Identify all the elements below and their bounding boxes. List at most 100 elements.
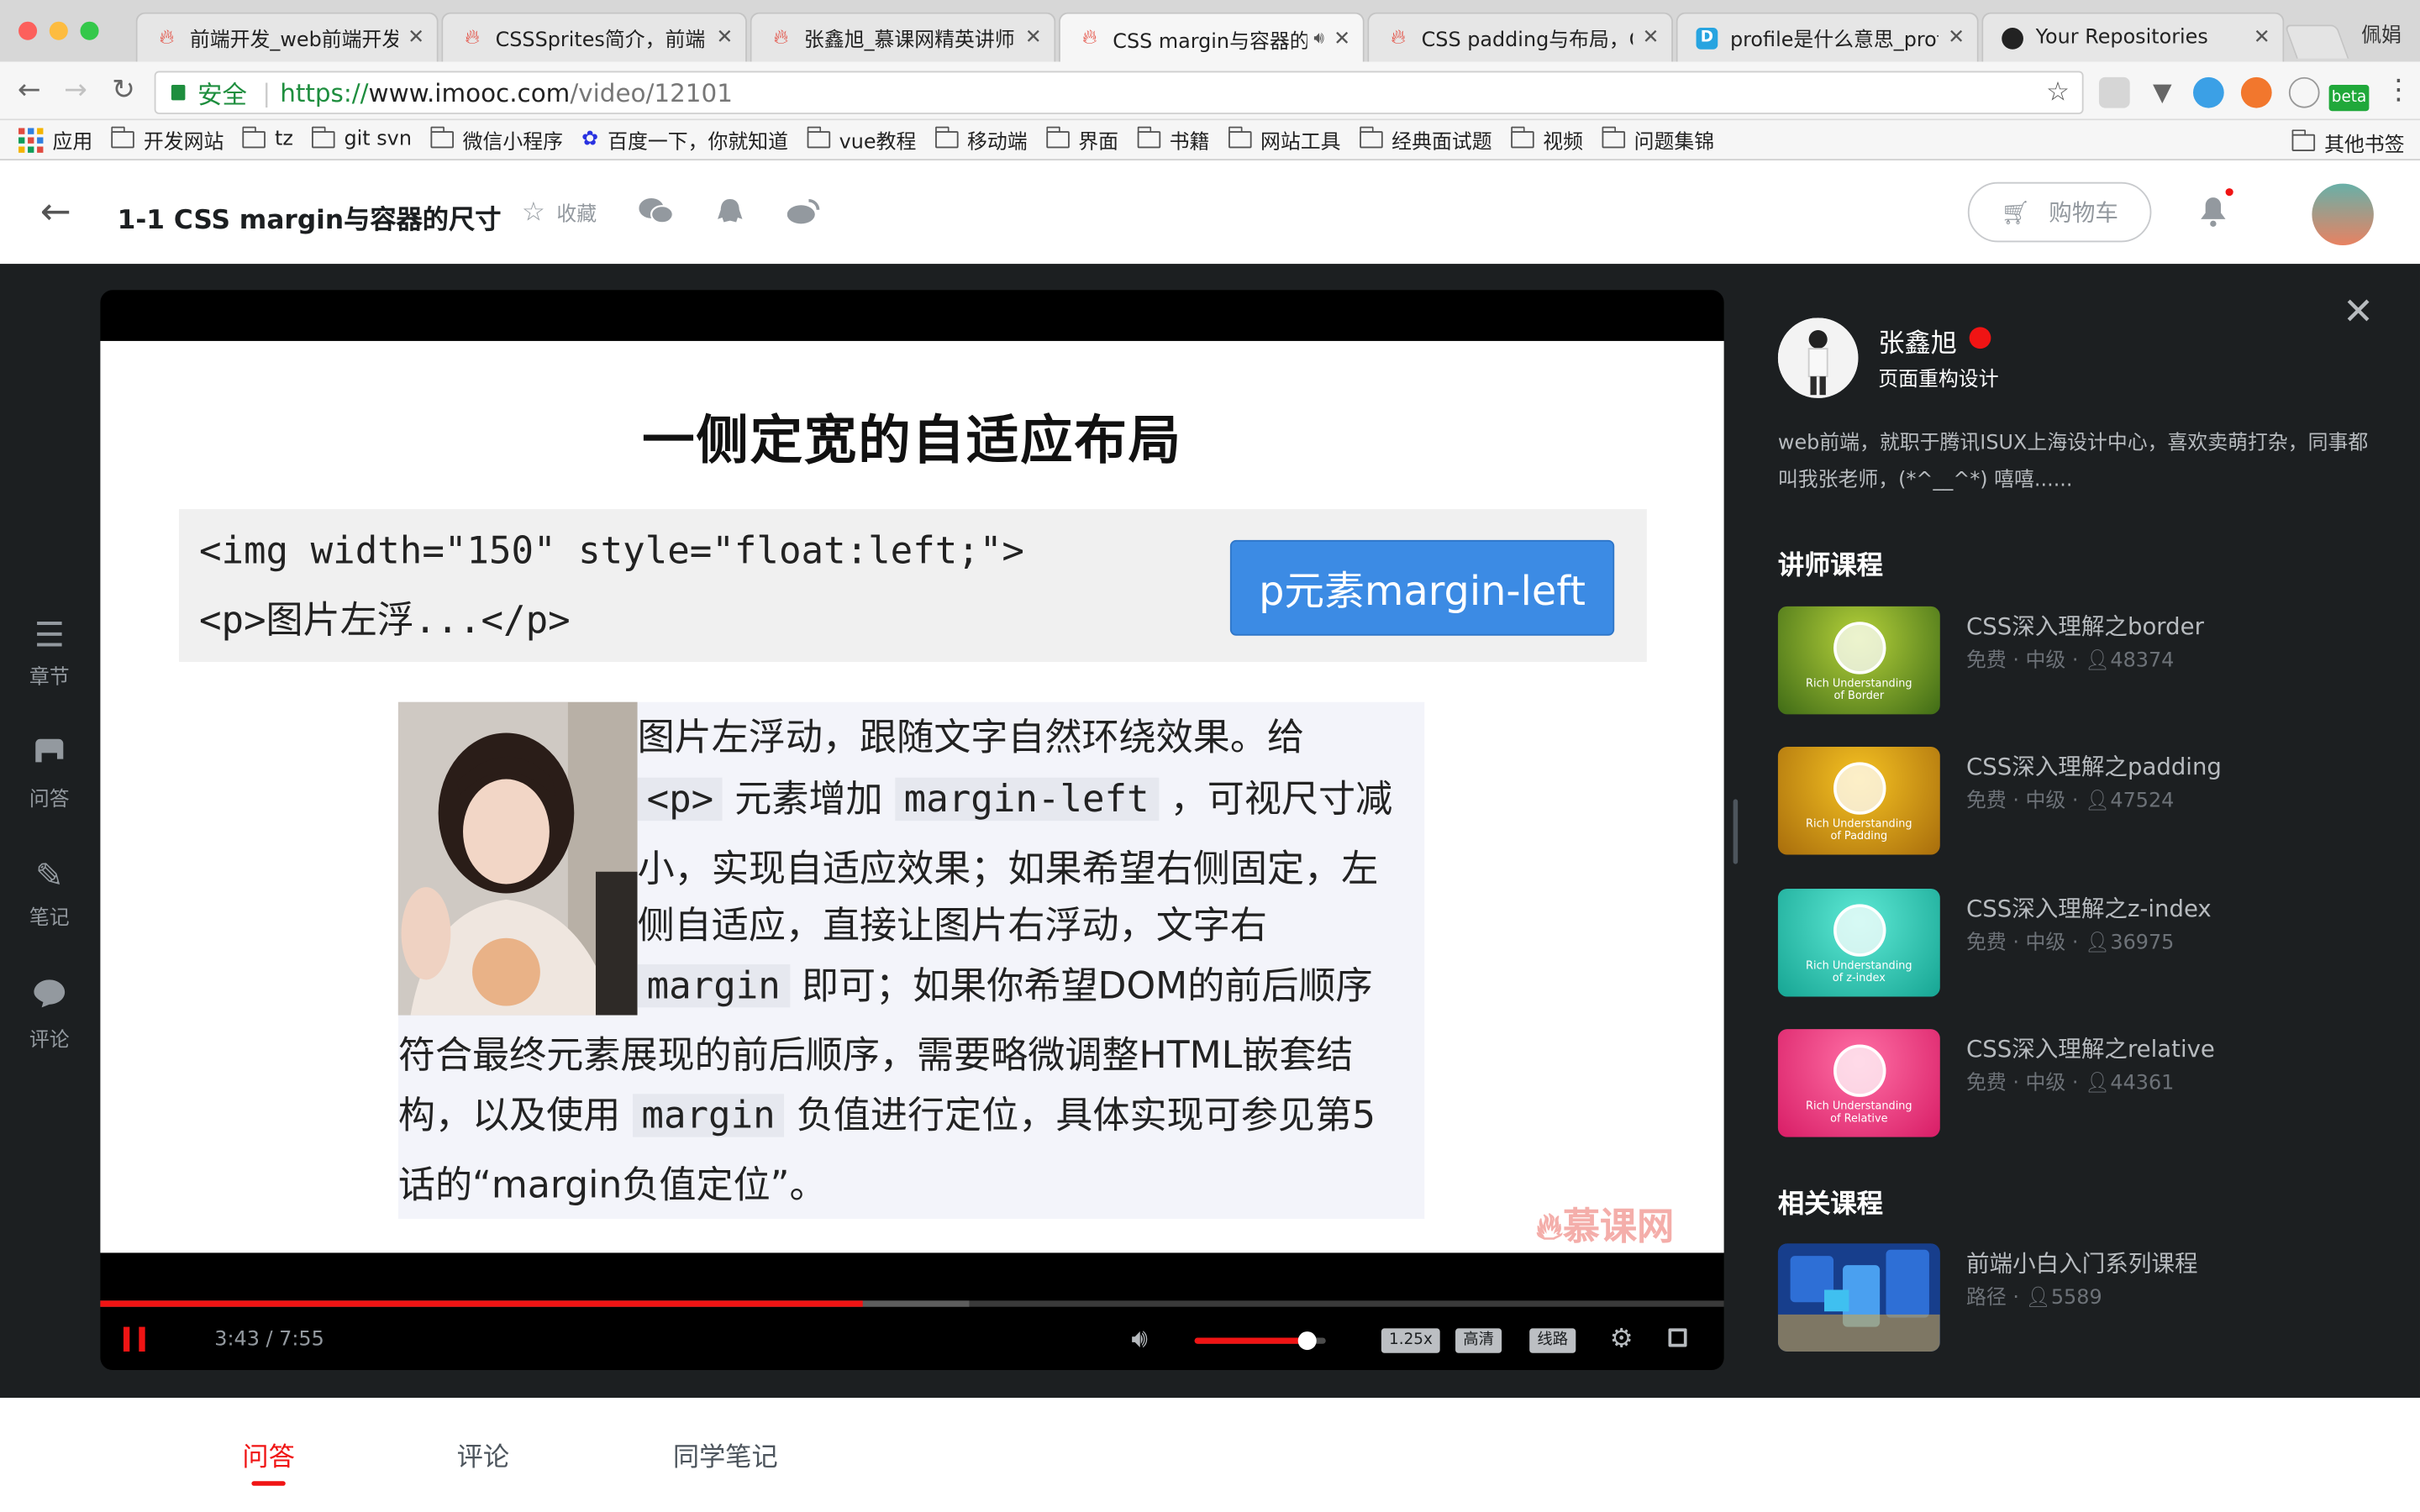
back-icon[interactable]: ← [13, 74, 46, 108]
tab-title: profile是什么意思_profi [1729, 29, 1939, 53]
bookmark-label: 微信小程序 [462, 131, 564, 155]
tab-close-icon[interactable]: ✕ [1334, 27, 1350, 50]
bookmark-label: 移动端 [966, 131, 1028, 155]
window-close-button[interactable] [18, 21, 38, 40]
cart-label: 购物车 [2049, 198, 2118, 227]
qq-share-icon[interactable] [716, 197, 744, 236]
bookmark-folder[interactable]: vue教程 [807, 125, 916, 155]
browser-tab[interactable]: 🔥︎ 张鑫旭_慕课网精英讲师 ✕ [750, 12, 1056, 62]
forward-icon[interactable]: → [59, 74, 92, 108]
menu-kebab-icon[interactable]: ⋮ [2385, 74, 2412, 107]
bookmark-folder[interactable]: 微信小程序 [430, 125, 563, 155]
volume-icon[interactable]: 🔊︎ [1131, 1324, 1148, 1355]
beta-extension-icon[interactable]: beta [2328, 85, 2370, 112]
qa-bubble-icon [0, 738, 99, 780]
extension-icon[interactable] [2098, 76, 2130, 108]
course-card[interactable]: Rich Understanding of Relative CSS深入理解之re… [1777, 1029, 2396, 1137]
bookmark-folder[interactable]: 网站工具 [1228, 125, 1341, 155]
extension-icon[interactable] [2192, 76, 2224, 108]
course-card[interactable]: Rich Understanding of Padding CSS深入理解之pad… [1777, 746, 2396, 855]
extension-icon[interactable] [2288, 76, 2320, 108]
tab-close-icon[interactable]: ✕ [1025, 26, 1042, 50]
bookmark-folder[interactable]: 问题集锦 [1602, 125, 1714, 155]
speed-button[interactable]: 1.25x [1381, 1328, 1441, 1353]
user-icon: 👤︎ [2085, 649, 2111, 673]
browser-tab[interactable]: 🔥︎ CSSSprites简介，前端 ✕ [441, 12, 747, 62]
tab-close-icon[interactable]: ✕ [1642, 26, 1659, 50]
teacher-name[interactable]: 张鑫旭 [1878, 321, 1957, 360]
bookmark-folder[interactable]: 移动端 [934, 125, 1028, 155]
weibo-share-icon[interactable] [786, 197, 821, 233]
close-icon[interactable]: ✕ [2343, 290, 2374, 333]
folder-icon [1228, 126, 1252, 149]
fullscreen-icon[interactable] [1668, 1328, 1687, 1347]
gear-icon[interactable]: ⚙ [1610, 1324, 1634, 1355]
cart-button[interactable]: 🛒︎ 购物车 [1967, 181, 2152, 243]
tab-classmate-notes[interactable]: 同学笔记 [673, 1435, 778, 1473]
time-display: 3:43 / 7:55 [214, 1328, 324, 1352]
window-minimize-button[interactable] [49, 21, 68, 40]
bookmark-folder[interactable]: 开发网站 [111, 125, 224, 155]
related-course-card[interactable]: 前端小白入门系列课程 路径 · 👤︎5589 [1777, 1243, 2396, 1352]
lock-icon [171, 85, 186, 101]
sidebar-item-notes[interactable]: ✎ 笔记 [0, 858, 99, 930]
address-bar[interactable]: 安全 | https:// www.imooc.com /video/12101… [154, 71, 2084, 114]
collect-button[interactable]: ☆ 收藏 [522, 197, 597, 228]
other-bookmarks[interactable]: 其他书签 [2291, 128, 2405, 157]
speaker-icon[interactable]: 🔊︎ [1313, 28, 1324, 50]
tab-close-icon[interactable]: ✕ [716, 26, 733, 50]
secure-indicator[interactable]: 安全 [171, 74, 247, 111]
line-button[interactable]: 线路 [1529, 1328, 1576, 1353]
bookmark-folder[interactable]: 经典面试题 [1359, 125, 1492, 155]
panel-resize-handle[interactable] [1733, 799, 1739, 864]
bookmark-link[interactable]: ✿ 百度一下，你就知道 [581, 125, 788, 154]
slide-demo-button: p元素margin-left [1229, 539, 1615, 636]
bookmark-folder[interactable]: 界面 [1045, 125, 1118, 155]
tab-comments[interactable]: 评论 [457, 1435, 509, 1473]
notification-bell-icon[interactable] [2199, 196, 2227, 234]
tab-close-icon[interactable]: ✕ [2254, 26, 2270, 50]
sidebar-item-chapters[interactable]: ☰ 章节 [0, 617, 99, 690]
pause-button[interactable] [123, 1326, 145, 1352]
profile-name[interactable]: 佩娟 [2361, 18, 2402, 48]
bookmark-apps[interactable]: 应用 [18, 125, 92, 155]
folder-icon [1359, 126, 1383, 149]
course-card[interactable]: Rich Understanding of Border CSS深入理解之bord… [1777, 606, 2396, 715]
quality-button[interactable]: 高清 [1455, 1328, 1502, 1353]
sidebar-item-qa[interactable]: 问答 [0, 738, 99, 811]
paragraph-text: ，可视尺寸减 [1170, 777, 1393, 822]
bookmark-star-icon[interactable]: ☆ [2046, 77, 2070, 108]
reload-icon[interactable]: ↻ [107, 74, 140, 108]
browser-tab-active[interactable]: 🔥︎ CSS margin与容器的 🔊︎ ✕ [1058, 12, 1365, 64]
bookmark-folder[interactable]: 视频 [1510, 125, 1583, 155]
back-arrow-icon[interactable]: ← [40, 190, 71, 233]
extension-icon[interactable] [2240, 76, 2272, 108]
bookmark-folder[interactable]: git svn [311, 126, 412, 151]
teacher-avatar[interactable] [1777, 318, 1859, 398]
star-icon: ☆ [521, 197, 545, 228]
wechat-share-icon[interactable] [639, 197, 674, 233]
tab-close-icon[interactable]: ✕ [1948, 26, 1965, 50]
course-thumbnail: Rich Understanding of z-index [1777, 888, 1940, 997]
url-scheme: https:// [280, 77, 369, 108]
volume-handle[interactable] [1297, 1331, 1317, 1351]
folder-icon [430, 126, 454, 149]
window-maximize-button[interactable] [80, 21, 99, 40]
imooc-flame-icon: 🔥︎ [465, 25, 480, 49]
browser-tab[interactable]: 🔥︎ CSS padding与布局，C ✕ [1367, 12, 1674, 62]
inline-code: <p> [637, 777, 723, 822]
bookmark-folder[interactable]: 书籍 [1137, 125, 1209, 155]
browser-tab[interactable]: 🔥︎ 前端开发_web前端开发 ✕ [135, 12, 439, 62]
vue-devtools-icon[interactable]: ▼ [2147, 77, 2178, 108]
browser-tab[interactable]: D profile是什么意思_profi ✕ [1676, 12, 1979, 62]
course-thumbnail: Rich Understanding of Border [1777, 606, 1940, 715]
bookmark-folder[interactable]: tz [242, 126, 293, 151]
browser-tab[interactable]: Your Repositories ✕ [1981, 12, 2285, 62]
course-meta: 免费 · 中级 · 👤︎44361 [1965, 1072, 2175, 1096]
course-card[interactable]: Rich Understanding of z-index CSS深入理解之z-i… [1777, 888, 2396, 997]
course-name: 前端小白入门系列课程 [1965, 1249, 2198, 1278]
tab-close-icon[interactable]: ✕ [408, 26, 424, 50]
sidebar-item-comments[interactable]: 评论 [0, 978, 99, 1053]
user-avatar[interactable] [2312, 183, 2374, 246]
tab-qa[interactable]: 问答 [242, 1435, 294, 1473]
